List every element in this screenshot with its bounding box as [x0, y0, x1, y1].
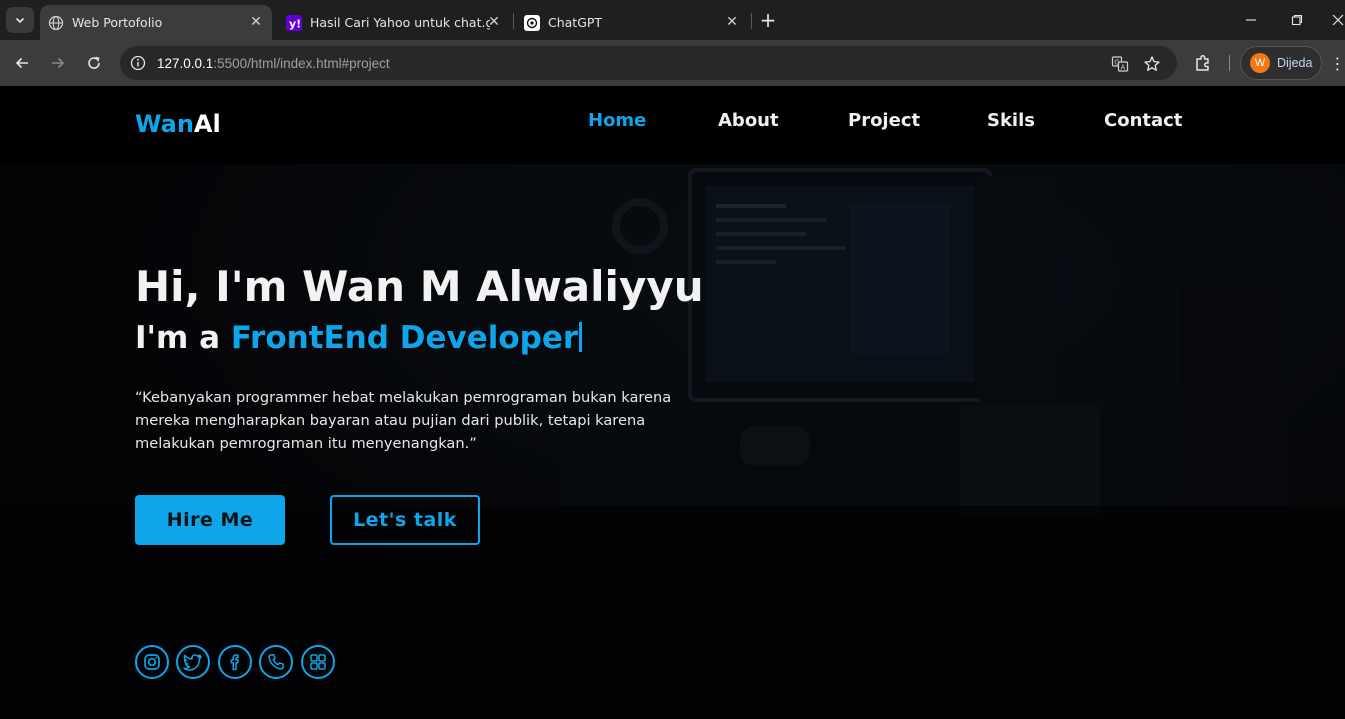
profile-button[interactable]: W Dijeda — [1240, 46, 1322, 80]
nav-contact[interactable]: Contact — [1104, 110, 1182, 131]
twitter-icon[interactable] — [176, 645, 210, 679]
hero-subtitle: I'm a FrontEnd Developer — [135, 320, 583, 356]
globe-icon — [48, 15, 64, 31]
tab-title: Hasil Cari Yahoo untuk chat.gpt — [310, 15, 490, 30]
instagram-icon[interactable] — [135, 645, 169, 679]
hire-me-button[interactable]: Hire Me — [135, 495, 285, 545]
star-icon[interactable] — [1142, 54, 1162, 74]
address-bar[interactable]: 127.0.0.1:5500/html/index.html#project G… — [120, 46, 1177, 80]
svg-text:G: G — [1114, 58, 1119, 66]
hero-subtitle-prefix: I'm a — [135, 320, 231, 356]
tab-chatgpt[interactable]: ChatGPT ✕ — [516, 5, 748, 40]
toolbar-separator — [1229, 55, 1230, 71]
menu-icon[interactable]: ⋮ — [1330, 52, 1345, 74]
arrow-left-icon — [15, 57, 28, 69]
browser-tabstrip: Web Portofolio ✕ y! Hasil Cari Yahoo unt… — [0, 0, 1345, 40]
facebook-icon[interactable] — [218, 645, 252, 679]
tab-separator — [513, 13, 514, 29]
translate-icon[interactable]: GA — [1110, 54, 1130, 74]
site-header: WanAl Home About Project Skils Contact — [0, 86, 1345, 164]
close-icon[interactable]: ✕ — [248, 14, 264, 30]
back-button[interactable] — [10, 51, 34, 75]
tab-title: ChatGPT — [548, 15, 603, 30]
svg-text:y!: y! — [289, 17, 301, 30]
logo-part-2: Al — [193, 110, 221, 138]
nav-skils[interactable]: Skils — [987, 110, 1035, 131]
grid-icon[interactable] — [301, 645, 335, 679]
tab-web-portofolio[interactable]: Web Portofolio ✕ — [40, 5, 272, 40]
yahoo-icon: y! — [286, 14, 302, 31]
chatgpt-icon — [524, 14, 540, 31]
new-tab-button[interactable]: + — [758, 8, 778, 32]
site-logo[interactable]: WanAl — [135, 110, 221, 138]
hero-quote: “Kebanyakan programmer hebat melakukan p… — [135, 389, 672, 452]
profile-name: Dijeda — [1277, 56, 1313, 70]
url-path: :5500/html/index.html#project — [213, 55, 390, 71]
close-icon[interactable]: ✕ — [486, 14, 502, 30]
lets-talk-button[interactable]: Let's talk — [330, 495, 480, 545]
phone-icon[interactable] — [259, 645, 293, 679]
chevron-down-icon — [15, 17, 25, 24]
tab-separator — [751, 13, 752, 29]
hero-role: FrontEnd Developer — [230, 320, 579, 356]
arrow-right-icon — [52, 57, 65, 69]
page-viewport: WanAl Home About Project Skils Contact H… — [0, 86, 1345, 719]
hero-title: Hi, I'm Wan M Alwaliyyu — [135, 262, 704, 311]
typing-cursor — [579, 322, 583, 352]
site-info-icon[interactable] — [129, 54, 147, 72]
close-icon[interactable]: ✕ — [724, 14, 740, 30]
nav-project[interactable]: Project — [848, 110, 920, 131]
forward-button[interactable] — [46, 51, 70, 75]
logo-part-1: Wan — [135, 110, 194, 138]
restore-icon[interactable] — [1287, 10, 1307, 30]
url-host: 127.0.0.1 — [157, 55, 214, 71]
tab-search-button[interactable] — [6, 7, 34, 33]
reload-icon — [88, 56, 100, 69]
url-text: 127.0.0.1:5500/html/index.html#project — [157, 56, 390, 71]
avatar: W — [1250, 53, 1270, 73]
tab-yahoo-search[interactable]: y! Hasil Cari Yahoo untuk chat.gpt ✕ — [278, 5, 510, 40]
close-window-icon[interactable] — [1331, 10, 1345, 30]
extensions-icon[interactable] — [1192, 52, 1214, 74]
nav-about[interactable]: About — [718, 110, 779, 131]
nav-home[interactable]: Home — [588, 110, 646, 131]
svg-text:A: A — [1121, 64, 1126, 72]
minimize-icon[interactable] — [1241, 10, 1261, 30]
reload-button[interactable] — [82, 51, 106, 75]
tab-title: Web Portofolio — [72, 15, 163, 30]
browser-toolbar: 127.0.0.1:5500/html/index.html#project G… — [0, 40, 1345, 86]
